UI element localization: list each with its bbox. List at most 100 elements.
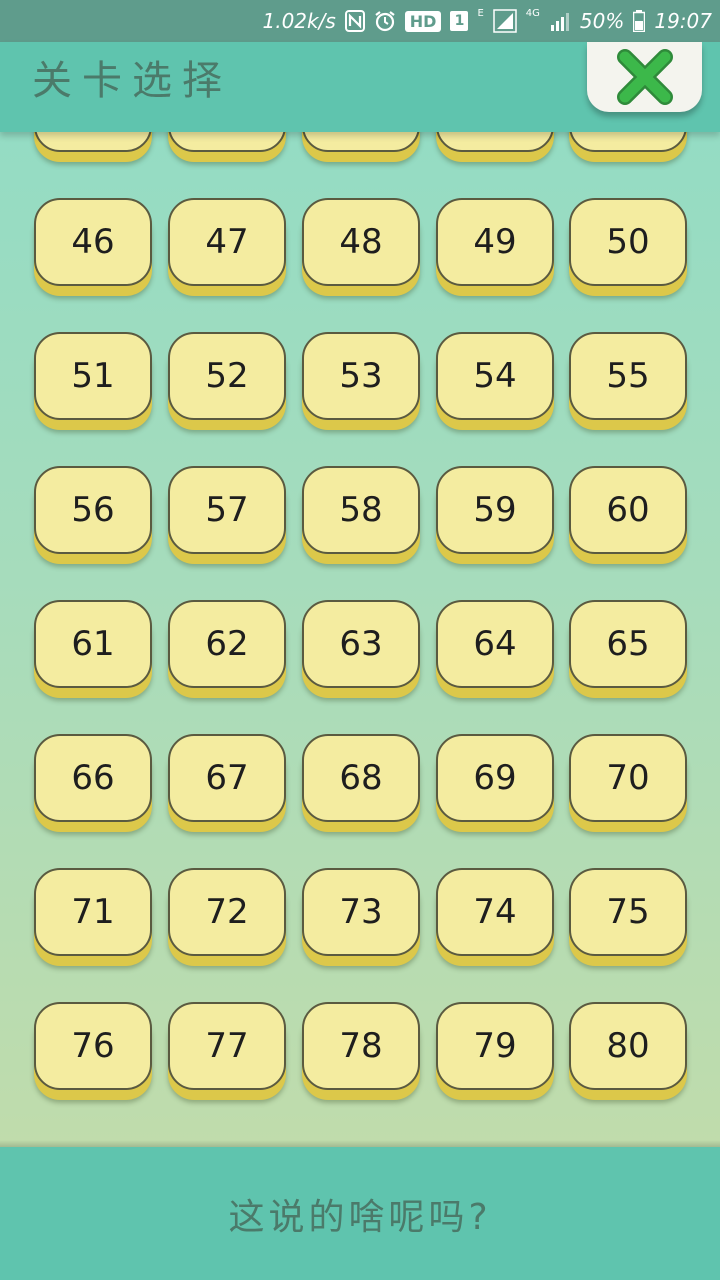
level-button[interactable]: 51 [34,332,152,430]
level-button-face: 78 [302,1002,420,1090]
level-button[interactable] [302,132,420,162]
level-button[interactable]: 54 [436,332,554,430]
footer-bar: 这说的啥呢吗? [0,1147,720,1280]
level-number: 54 [473,356,517,396]
signal-bars-icon [549,10,571,32]
level-number: 65 [606,624,650,664]
level-number: 64 [473,624,517,664]
level-number: 46 [71,222,115,262]
level-button[interactable]: 46 [34,198,152,296]
level-button[interactable]: 47 [168,198,286,296]
level-button[interactable]: 65 [569,600,687,698]
level-number: 72 [205,892,249,932]
level-number: 59 [473,490,517,530]
level-button-face: 69 [436,734,554,822]
level-button[interactable]: 50 [569,198,687,296]
level-button[interactable]: 78 [302,1002,420,1100]
footer-text: 这说的啥呢吗? [228,1196,492,1238]
hd-badge: HD [404,10,442,32]
level-number: 51 [71,356,115,396]
level-button[interactable]: 72 [168,868,286,966]
level-button[interactable]: 52 [168,332,286,430]
level-button[interactable]: 60 [569,466,687,564]
level-button[interactable]: 79 [436,1002,554,1100]
level-number: 69 [473,758,517,798]
level-button-face: 77 [168,1002,286,1090]
level-button[interactable] [34,132,152,162]
level-button-face: 63 [302,600,420,688]
level-button[interactable]: 63 [302,600,420,698]
header-bar: 关卡选择 [0,42,720,132]
battery-percent: 50% [579,9,625,33]
level-button-face: 48 [302,198,420,286]
level-number: 56 [71,490,115,530]
level-number: 62 [205,624,249,664]
level-grid: 46 47 48 49 50 51 52 53 54 55 56 57 58 59 60 61 62 63 64 65… [0,132,720,1144]
level-button[interactable]: 59 [436,466,554,564]
level-number: 50 [606,222,650,262]
battery-icon [633,10,646,32]
page-title: 关卡选择 [32,58,232,104]
net-speed: 1.02k/s [262,9,336,33]
level-button-face: 60 [569,466,687,554]
level-number: 76 [71,1026,115,1066]
level-button[interactable]: 55 [569,332,687,430]
level-button[interactable]: 64 [436,600,554,698]
level-number: 80 [606,1026,650,1066]
level-button-face [436,132,554,152]
level-button[interactable]: 77 [168,1002,286,1100]
alarm-icon [374,10,396,32]
level-button[interactable]: 66 [34,734,152,832]
level-button[interactable]: 75 [569,868,687,966]
clock-time: 19:07 [654,9,712,33]
level-button[interactable]: 80 [569,1002,687,1100]
nfc-icon [344,10,365,32]
level-button[interactable]: 49 [436,198,554,296]
level-button[interactable]: 58 [302,466,420,564]
level-number: 52 [205,356,249,396]
level-button[interactable]: 74 [436,868,554,966]
level-button[interactable]: 70 [569,734,687,832]
level-button[interactable] [168,132,286,162]
level-number: 58 [339,490,383,530]
level-number: 66 [71,758,115,798]
level-button[interactable]: 56 [34,466,152,564]
lte-label: 4G [525,8,540,19]
level-number: 73 [339,892,383,932]
level-button-face: 50 [569,198,687,286]
level-button[interactable]: 76 [34,1002,152,1100]
level-button-face [302,132,420,152]
level-button[interactable]: 69 [436,734,554,832]
edge-label: E [477,8,484,19]
level-number: 48 [339,222,383,262]
level-button-face: 68 [302,734,420,822]
level-button-face: 72 [168,868,286,956]
level-number: 63 [339,624,383,664]
close-button[interactable] [587,42,702,112]
level-button[interactable]: 61 [34,600,152,698]
level-button[interactable]: 67 [168,734,286,832]
level-button-face: 56 [34,466,152,554]
level-button[interactable]: 71 [34,868,152,966]
level-number: 75 [606,892,650,932]
level-button[interactable]: 48 [302,198,420,296]
level-button-face: 51 [34,332,152,420]
level-number: 70 [606,758,650,798]
level-button-face: 70 [569,734,687,822]
level-button[interactable]: 53 [302,332,420,430]
level-number: 61 [71,624,115,664]
level-button[interactable] [569,132,687,162]
level-button[interactable] [436,132,554,162]
close-x-icon [616,49,673,105]
level-number: 67 [205,758,249,798]
level-button-face: 52 [168,332,286,420]
level-button[interactable]: 73 [302,868,420,966]
status-bar: 1.02k/s HD 1 E 4G 50% 19:07 [0,0,720,42]
level-number: 60 [606,490,650,530]
level-button[interactable]: 62 [168,600,286,698]
level-number: 47 [205,222,249,262]
level-number: 49 [473,222,517,262]
level-button[interactable]: 57 [168,466,286,564]
level-button[interactable]: 68 [302,734,420,832]
level-button-face [569,132,687,152]
